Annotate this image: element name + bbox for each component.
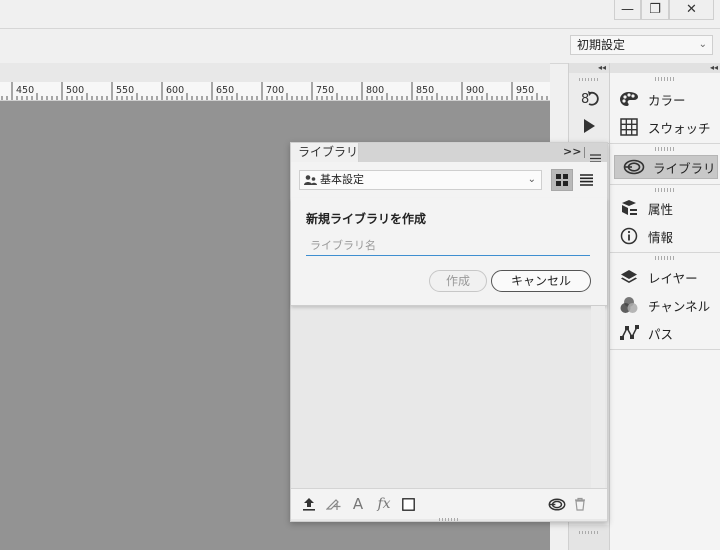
history-icon[interactable]: 8 [579, 88, 599, 108]
ruler-label: 850 [416, 85, 435, 96]
ruler-label: 750 [316, 85, 335, 96]
tab-label: ライブラリ [298, 145, 359, 159]
ruler-label: 450 [16, 85, 35, 96]
collapse-column-button[interactable]: ◂◂ [569, 63, 609, 73]
chevron-down-icon: ⌄ [527, 174, 536, 185]
dock-item-layers[interactable]: レイヤー [610, 265, 720, 289]
document-tab-strip [0, 63, 550, 82]
add-layer-style-icon[interactable]: fx [375, 495, 393, 513]
panel-grip[interactable] [579, 78, 599, 81]
dock-item-label: カラー [648, 92, 686, 108]
ruler-label: 550 [116, 85, 135, 96]
tab-libraries[interactable]: ライブラリ [291, 143, 359, 162]
dock-item-color[interactable]: カラー [610, 87, 720, 111]
library-select-value: 基本設定 [320, 173, 364, 186]
play-action-icon[interactable] [580, 117, 598, 135]
collapse-dock-button[interactable]: ◂◂ [610, 63, 720, 73]
ruler-label: 900 [466, 85, 485, 96]
dock-item-paths[interactable]: パス [610, 321, 720, 345]
ruler-label: 800 [366, 85, 385, 96]
properties-icon [610, 199, 648, 217]
trash-icon[interactable] [573, 495, 587, 513]
dock-item-label: スウォッチ [648, 120, 711, 136]
panel-dock: ◂◂ カラー スウォッチ ライブラリ 属性 情報 レイヤー チャンネル パス [609, 63, 720, 550]
dock-item-label: 情報 [648, 229, 674, 245]
panel-grip[interactable] [655, 77, 675, 81]
layers-icon [610, 268, 648, 286]
list-view-button[interactable] [575, 169, 597, 191]
grid-view-button[interactable] [551, 169, 573, 191]
workspace-select[interactable]: 初期設定 ⌄ [570, 35, 713, 55]
info-icon [610, 227, 648, 245]
dock-item-swatches[interactable]: スウォッチ [610, 115, 720, 139]
cc-libraries-icon[interactable] [547, 495, 567, 513]
create-button[interactable]: 作成 [429, 270, 487, 292]
paths-icon [610, 324, 648, 342]
panel-grip[interactable] [579, 531, 599, 534]
dock-item-label: チャンネル [648, 298, 711, 314]
close-button[interactable]: ✕ [669, 0, 714, 20]
chevron-down-icon: ⌄ [698, 39, 707, 50]
dock-item-channels[interactable]: チャンネル [610, 293, 720, 317]
dock-item-label: パス [648, 326, 674, 342]
library-footer: A fx [291, 488, 607, 519]
dock-item-label: ライブラリ [653, 160, 716, 176]
divider [610, 184, 720, 185]
ruler-label: 950 [516, 85, 535, 96]
horizontal-ruler[interactable]: 450 500 550 600 650 700 750 800 850 900 … [0, 82, 550, 101]
swatches-grid-icon [610, 118, 648, 136]
ruler-label: 700 [266, 85, 285, 96]
divider [610, 143, 720, 144]
add-graphic-icon[interactable] [325, 495, 343, 513]
new-library-dialog: 新規ライブラリを作成 作成 キャンセル [291, 198, 607, 306]
restore-button[interactable]: ❐ [641, 0, 669, 20]
scrollbar[interactable] [591, 306, 605, 488]
panel-grip[interactable] [655, 188, 675, 192]
upload-icon[interactable] [301, 495, 317, 513]
svg-text:8: 8 [581, 92, 589, 107]
cancel-button[interactable]: キャンセル [491, 270, 591, 292]
ruler-label: 650 [216, 85, 235, 96]
divider [584, 147, 585, 158]
restore-icon: ❐ [649, 2, 661, 17]
ruler-label: 500 [66, 85, 85, 96]
close-icon: ✕ [686, 2, 697, 17]
library-select[interactable]: 基本設定 ⌄ [299, 170, 542, 190]
dock-item-properties[interactable]: 属性 [610, 196, 720, 220]
panel-grip[interactable] [655, 147, 675, 151]
dock-item-label: 属性 [648, 201, 674, 217]
list-view-icon [579, 174, 593, 186]
dock-item-libraries[interactable]: ライブラリ [614, 155, 718, 179]
color-palette-icon [610, 90, 648, 108]
column-footer [569, 525, 609, 550]
workspace-select-value: 初期設定 [577, 38, 626, 52]
expand-panel-button[interactable]: >> [563, 145, 581, 158]
shared-users-icon [304, 174, 317, 192]
grid-view-icon [556, 174, 568, 186]
panel-menu-icon[interactable] [590, 148, 601, 163]
panel-grip[interactable] [655, 256, 675, 260]
divider [610, 252, 720, 253]
minimize-icon: — [621, 2, 634, 17]
libraries-icon [615, 159, 653, 175]
panel-resize-grip[interactable] [439, 518, 459, 521]
minimize-button[interactable]: — [614, 0, 641, 20]
dock-item-info[interactable]: 情報 [610, 224, 720, 248]
libraries-panel: ライブラリ >> 基本設定 ⌄ 新規ライブラリを作成 作成 キャンセル A fx [290, 142, 608, 522]
divider [610, 349, 720, 350]
library-name-input[interactable] [306, 236, 590, 256]
ruler-label: 600 [166, 85, 185, 96]
title-bar [0, 0, 720, 29]
dialog-title: 新規ライブラリを作成 [306, 212, 427, 226]
dock-item-label: レイヤー [648, 270, 698, 286]
add-character-style-icon[interactable]: A [351, 495, 365, 513]
channels-icon [610, 296, 648, 314]
add-color-icon[interactable] [401, 495, 415, 513]
